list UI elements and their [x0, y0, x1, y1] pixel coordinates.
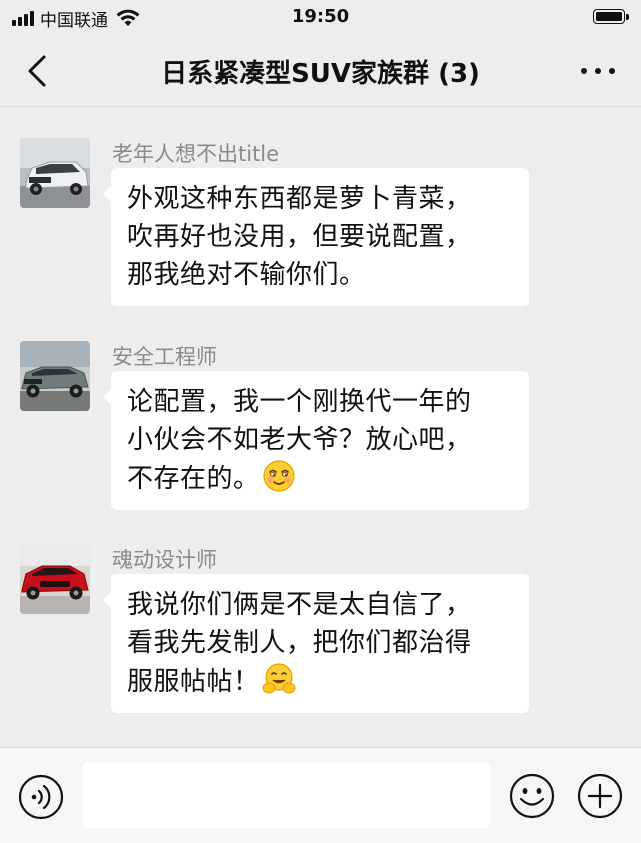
dot-icon — [581, 68, 587, 74]
message-bubble[interactable]: 我说你们俩是不是太自信了， 看我先发制人，把你们都治得 服服帖帖！ — [103, 574, 529, 713]
message-bubble[interactable]: 外观这种东西都是萝卜青菜， 吹再好也没用，但要说配置， 那我绝对不输你们。 — [103, 168, 529, 306]
chat-title: 日系紧凑型SUV家族群 (3) — [161, 59, 480, 89]
smug-face-emoji — [262, 460, 295, 492]
chat-header: 日系紧凑型SUV家族群 (3) — [0, 36, 641, 107]
status-bar: 中国联通 19:50 — [0, 0, 641, 36]
dot-icon — [595, 68, 601, 74]
message-line: 看我先发制人，把你们都治得 — [127, 628, 472, 658]
message-line: 小伙会不如老大爷？放心吧， — [127, 425, 472, 455]
emoji-picker-button[interactable] — [508, 772, 556, 820]
message-input[interactable] — [82, 762, 490, 828]
message-line-with-emoji: 服服帖帖！ — [127, 662, 513, 701]
grey-suv-avatar[interactable] — [20, 341, 90, 411]
message-text: 服服帖帖！ — [127, 667, 260, 697]
message-line: 我说你们俩是不是太自信了， — [127, 590, 472, 620]
message-line: 那我绝对不输你们。 — [127, 260, 366, 290]
dot-icon — [609, 68, 615, 74]
red-suv-avatar[interactable] — [20, 544, 90, 614]
sender-name: 安全工程师 — [112, 345, 217, 369]
message-bubble[interactable]: 论配置，我一个刚换代一年的 小伙会不如老大爷？放心吧， 不存在的。 — [103, 371, 529, 510]
hugging-face-emoji — [262, 663, 296, 694]
more-options-button[interactable] — [573, 56, 623, 86]
voice-input-button[interactable] — [17, 773, 65, 821]
battery-icon — [593, 9, 631, 26]
status-time: 19:50 — [291, 6, 350, 27]
message-list: 老年人想不出title 外观这种东西都是萝卜青菜， 吹再好也没用，但要说配置， … — [0, 107, 641, 747]
message-text: 不存在的。 — [127, 464, 260, 494]
sender-name: 魂动设计师 — [112, 548, 217, 572]
sender-name: 老年人想不出title — [112, 142, 280, 166]
message-line-with-emoji: 不存在的。 — [127, 459, 513, 498]
message-line: 外观这种东西都是萝卜青菜， — [127, 184, 472, 214]
white-suv-avatar[interactable] — [20, 138, 90, 208]
message-line: 论配置，我一个刚换代一年的 — [127, 387, 472, 417]
input-bar — [0, 747, 641, 843]
more-functions-button[interactable] — [576, 772, 624, 820]
back-button[interactable] — [18, 50, 58, 92]
message-line: 吹再好也没用，但要说配置， — [127, 222, 472, 252]
